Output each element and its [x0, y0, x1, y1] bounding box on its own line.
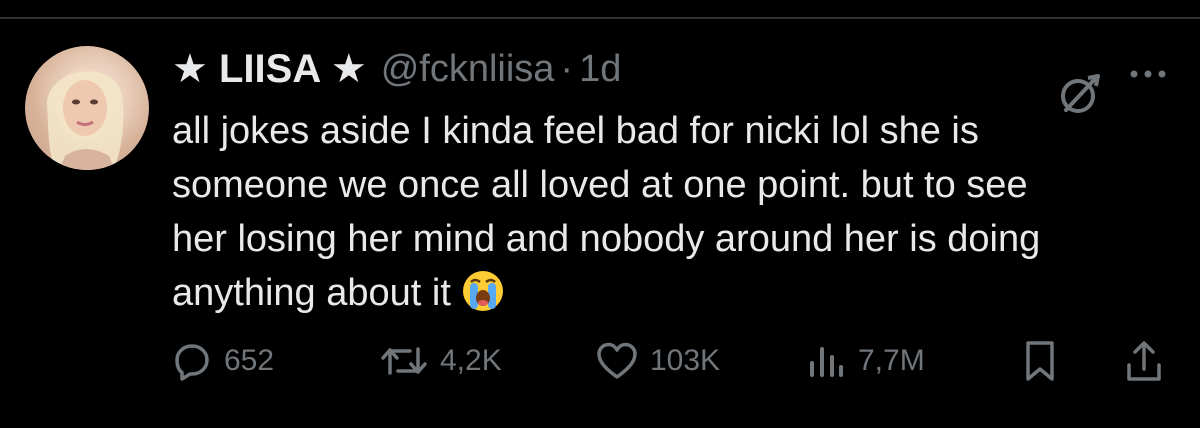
heart-icon [597, 342, 637, 379]
like-button[interactable]: 103K [596, 336, 720, 386]
tweet-text: all jokes aside I kinda feel bad for nic… [172, 104, 1172, 320]
more-icon[interactable] [1124, 62, 1172, 86]
tweet-body: all jokes aside I kinda feel bad for nic… [172, 110, 1041, 314]
repost-button[interactable]: 4,2K [380, 336, 502, 386]
view-count: 7,7M [858, 344, 925, 377]
tweet-header: ★ LIISA ★ @fcknliisa · 1d [172, 44, 621, 94]
views-icon [810, 347, 843, 377]
share-icon [1127, 341, 1161, 381]
like-count: 103K [650, 344, 721, 377]
action-bar: 652 4,2K 103K 7,7M [172, 336, 1172, 386]
avatar[interactable] [25, 46, 149, 170]
display-name[interactable]: ★ LIISA ★ [172, 46, 367, 92]
reply-icon [175, 344, 209, 381]
separator-dot: · [560, 47, 574, 90]
repost-count: 4,2K [440, 344, 502, 377]
loudly-crying-face-icon [461, 269, 505, 313]
tweet-card[interactable]: ★ LIISA ★ @fcknliisa · 1d all jokes aside … [0, 0, 1200, 428]
bookmark-icon [1026, 341, 1054, 381]
handle-row: @fcknliisa · 1d [381, 48, 622, 91]
share-button[interactable] [1124, 336, 1164, 386]
views-button[interactable]: 7,7M [806, 336, 925, 386]
bookmark-button[interactable] [1020, 336, 1060, 386]
reply-count: 652 [224, 344, 275, 377]
repost-icon [381, 347, 427, 375]
reply-button[interactable]: 652 [172, 336, 274, 386]
timestamp[interactable]: 1d [579, 48, 621, 90]
handle[interactable]: @fcknliisa [381, 48, 555, 90]
